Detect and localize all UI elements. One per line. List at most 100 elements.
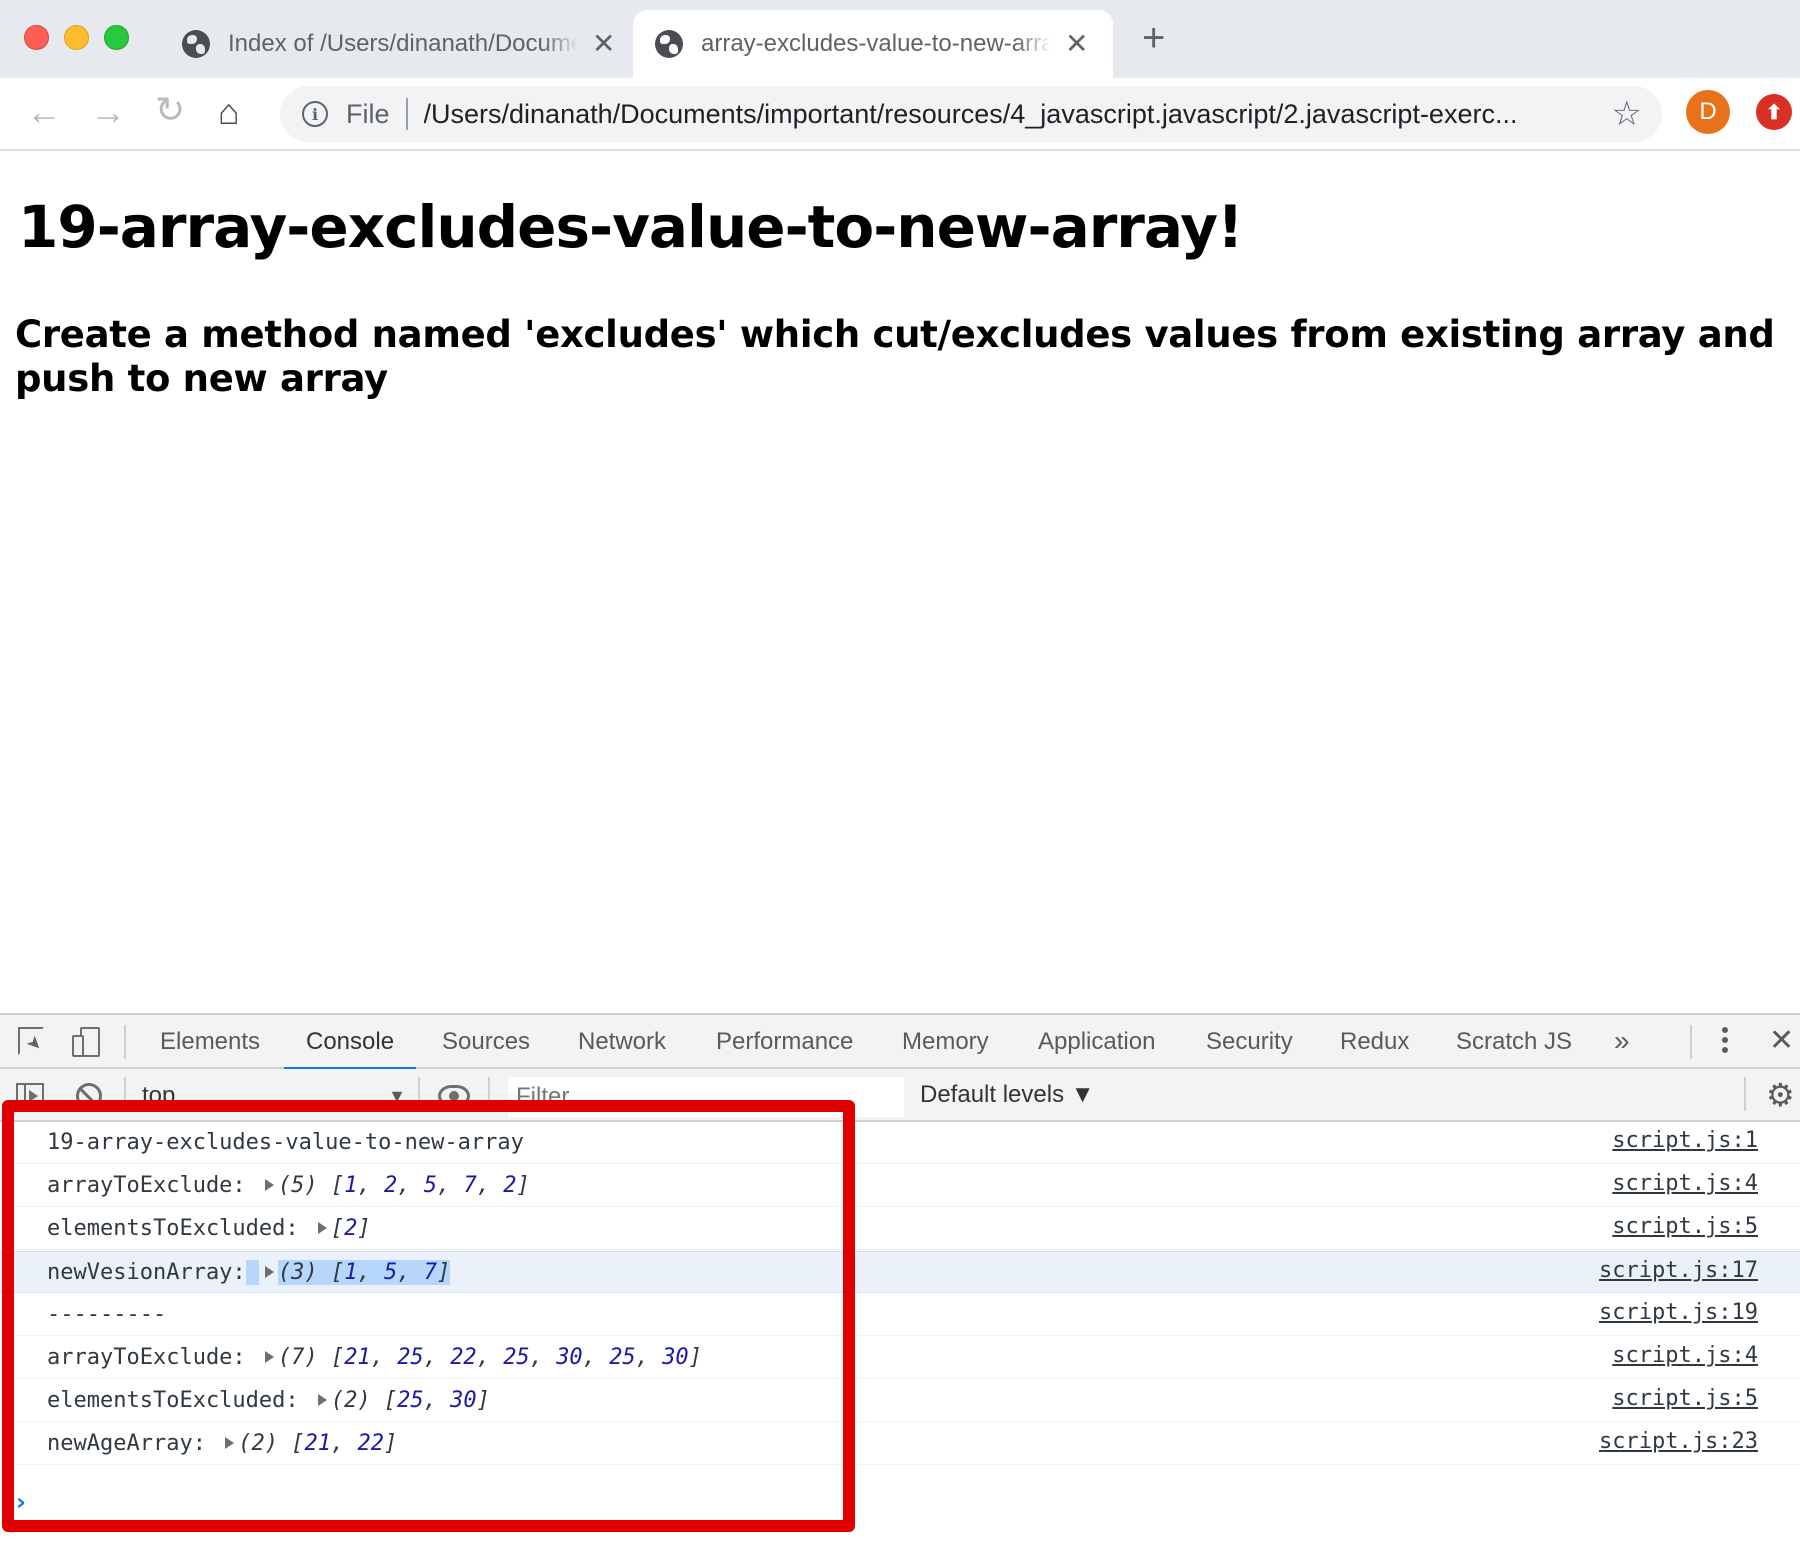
console-toolbar: top ▼ Default levels ▼ ⚙ [0, 1069, 1800, 1122]
expand-triangle-icon[interactable] [264, 1266, 274, 1278]
context-selector[interactable]: top ▼ [142, 1079, 406, 1113]
devtools-tab-network[interactable]: Network [578, 1015, 666, 1069]
expand-triangle-icon[interactable] [264, 1179, 274, 1191]
console-prompt-icon[interactable]: › [16, 1488, 26, 1516]
array-value: 25 [397, 1388, 424, 1413]
console-settings-gear-icon[interactable]: ⚙ [1766, 1079, 1795, 1111]
window-maximize-button[interactable] [104, 25, 129, 50]
console-message-row[interactable]: --------- script.js:19 [0, 1294, 1800, 1336]
live-expression-eye-icon[interactable] [438, 1085, 470, 1107]
console-message-row[interactable]: 19-array-excludes-value-to-new-array scri… [0, 1122, 1800, 1164]
devtools-tab-application[interactable]: Application [1038, 1015, 1155, 1069]
array-preview: (2) [25, 30] [330, 1388, 490, 1413]
console-message-row[interactable]: elementsToExcluded: (2) [25, 30] script.j… [0, 1380, 1800, 1422]
source-link[interactable]: script.js:19 [1599, 1300, 1758, 1325]
bookmark-star-icon[interactable]: ☆ [1612, 94, 1642, 134]
chevron-down-icon: ▼ [388, 1085, 406, 1106]
extension-icon[interactable]: ⬆ [1756, 94, 1792, 130]
console-message: elementsToExcluded: [2] [47, 1216, 371, 1241]
close-tab-icon[interactable]: ✕ [592, 30, 615, 58]
console-label: elementsToExcluded: [47, 1388, 299, 1413]
new-tab-button[interactable]: + [1142, 18, 1165, 58]
divider [1744, 1077, 1746, 1111]
devtools-tab-elements[interactable]: Elements [160, 1015, 260, 1069]
console-message: newVesionArray: (3) [1, 5, 7] [47, 1260, 451, 1285]
globe-icon [182, 30, 210, 58]
site-info-icon[interactable]: i [302, 101, 328, 127]
expand-triangle-icon[interactable] [317, 1394, 327, 1406]
window-close-button[interactable] [24, 25, 49, 50]
array-value: 1 [344, 1173, 358, 1198]
back-button[interactable]: ← [26, 94, 62, 130]
console-sidebar-toggle-icon[interactable] [16, 1083, 44, 1109]
browser-tab-active[interactable]: array-excludes-value-to-new-array ✕ [633, 10, 1113, 78]
log-levels-dropdown[interactable]: Default levels ▼ [920, 1081, 1095, 1109]
console-message-row[interactable]: elementsToExcluded: [2] script.js:5 [0, 1208, 1800, 1250]
array-value: 2 [503, 1173, 517, 1198]
array-value: 30 [662, 1345, 689, 1370]
browser-tab-index[interactable]: Index of /Users/dinanath/Documents/impor… [160, 10, 630, 78]
home-button[interactable]: ⌂ [218, 94, 240, 130]
devtools-tab-console[interactable]: Console [283, 1015, 417, 1070]
array-value: 7 [463, 1173, 477, 1198]
console-label: newAgeArray: [47, 1431, 206, 1456]
source-link[interactable]: script.js:23 [1599, 1429, 1758, 1454]
console-label: elementsToExcluded: [47, 1216, 299, 1241]
expand-triangle-icon[interactable] [317, 1222, 327, 1234]
console-label: arrayToExclude: [47, 1345, 246, 1370]
forward-button[interactable]: → [90, 94, 126, 130]
reload-button[interactable]: ↻ [155, 92, 185, 128]
console-filter-input[interactable] [508, 1077, 904, 1117]
close-devtools-icon[interactable]: ✕ [1769, 1023, 1794, 1058]
source-link[interactable]: script.js:5 [1612, 1214, 1758, 1239]
profile-avatar[interactable]: D [1686, 90, 1730, 134]
context-value: top [142, 1082, 176, 1109]
array-preview: (2) [21, 22] [238, 1431, 398, 1456]
close-tab-icon[interactable]: ✕ [1065, 30, 1088, 58]
window-minimize-button[interactable] [64, 25, 89, 50]
array-value: 25 [397, 1345, 424, 1370]
array-value: 21 [344, 1345, 371, 1370]
page-subtitle: Create a method named 'excludes' which c… [15, 313, 1775, 400]
devtools-tab-memory[interactable]: Memory [902, 1015, 989, 1069]
source-link[interactable]: script.js:1 [1612, 1128, 1758, 1153]
console-message: arrayToExclude: (7) [21, 25, 22, 25, 30,… [47, 1345, 702, 1370]
expand-triangle-icon[interactable] [225, 1437, 235, 1449]
console-message-row[interactable]: arrayToExclude: (7) [21, 25, 22, 25, 30,… [0, 1337, 1800, 1379]
divider [124, 1077, 126, 1111]
array-value: 21 [304, 1431, 331, 1456]
console-message: --------- [47, 1302, 166, 1327]
more-tabs-icon[interactable]: » [1614, 1025, 1630, 1057]
url-scheme: File [346, 98, 390, 129]
source-link[interactable]: script.js:4 [1612, 1343, 1758, 1368]
console-message-row[interactable]: arrayToExclude: (5) [1, 2, 5, 7, 2] scrip… [0, 1165, 1800, 1207]
source-link[interactable]: script.js:5 [1612, 1386, 1758, 1411]
divider [488, 1077, 490, 1111]
devtools-panel: Elements Console Sources Network Performance… [0, 1013, 1800, 1550]
console-label: arrayToExclude: [47, 1173, 246, 1198]
clear-console-icon[interactable] [76, 1083, 102, 1109]
array-length: (3) [277, 1260, 318, 1285]
devtools-tab-redux[interactable]: Redux [1340, 1015, 1409, 1069]
devtools-tab-scratch-js[interactable]: Scratch JS [1456, 1015, 1572, 1069]
devtools-tab-sources[interactable]: Sources [442, 1015, 530, 1069]
address-bar[interactable]: i File /Users/dinanath/Documents/importa… [280, 86, 1662, 142]
console-message: newAgeArray: (2) [21, 22] [47, 1431, 397, 1456]
inspect-element-icon[interactable] [18, 1027, 44, 1055]
console-message-row[interactable]: newVesionArray: (3) [1, 5, 7] script.js:1… [0, 1251, 1800, 1293]
devtools-tab-performance[interactable]: Performance [716, 1015, 853, 1069]
array-preview: [2] [330, 1216, 371, 1241]
array-length: (2) [238, 1431, 278, 1456]
devtools-tab-bar: Elements Console Sources Network Performance… [0, 1015, 1800, 1070]
devtools-menu-icon[interactable] [1722, 1023, 1728, 1057]
source-link[interactable]: script.js:4 [1612, 1171, 1758, 1196]
array-value: 5 [383, 1260, 398, 1285]
console-message-row[interactable]: newAgeArray: (2) [21, 22] script.js:23 [0, 1423, 1800, 1465]
expand-triangle-icon[interactable] [264, 1351, 274, 1363]
console-label: newVesionArray: [47, 1260, 246, 1285]
array-value: 7 [423, 1260, 437, 1285]
source-link[interactable]: script.js:17 [1599, 1258, 1758, 1283]
url-text[interactable]: /Users/dinanath/Documents/important/reso… [424, 99, 1594, 130]
device-toolbar-icon[interactable] [72, 1027, 100, 1057]
devtools-tab-security[interactable]: Security [1206, 1015, 1293, 1069]
